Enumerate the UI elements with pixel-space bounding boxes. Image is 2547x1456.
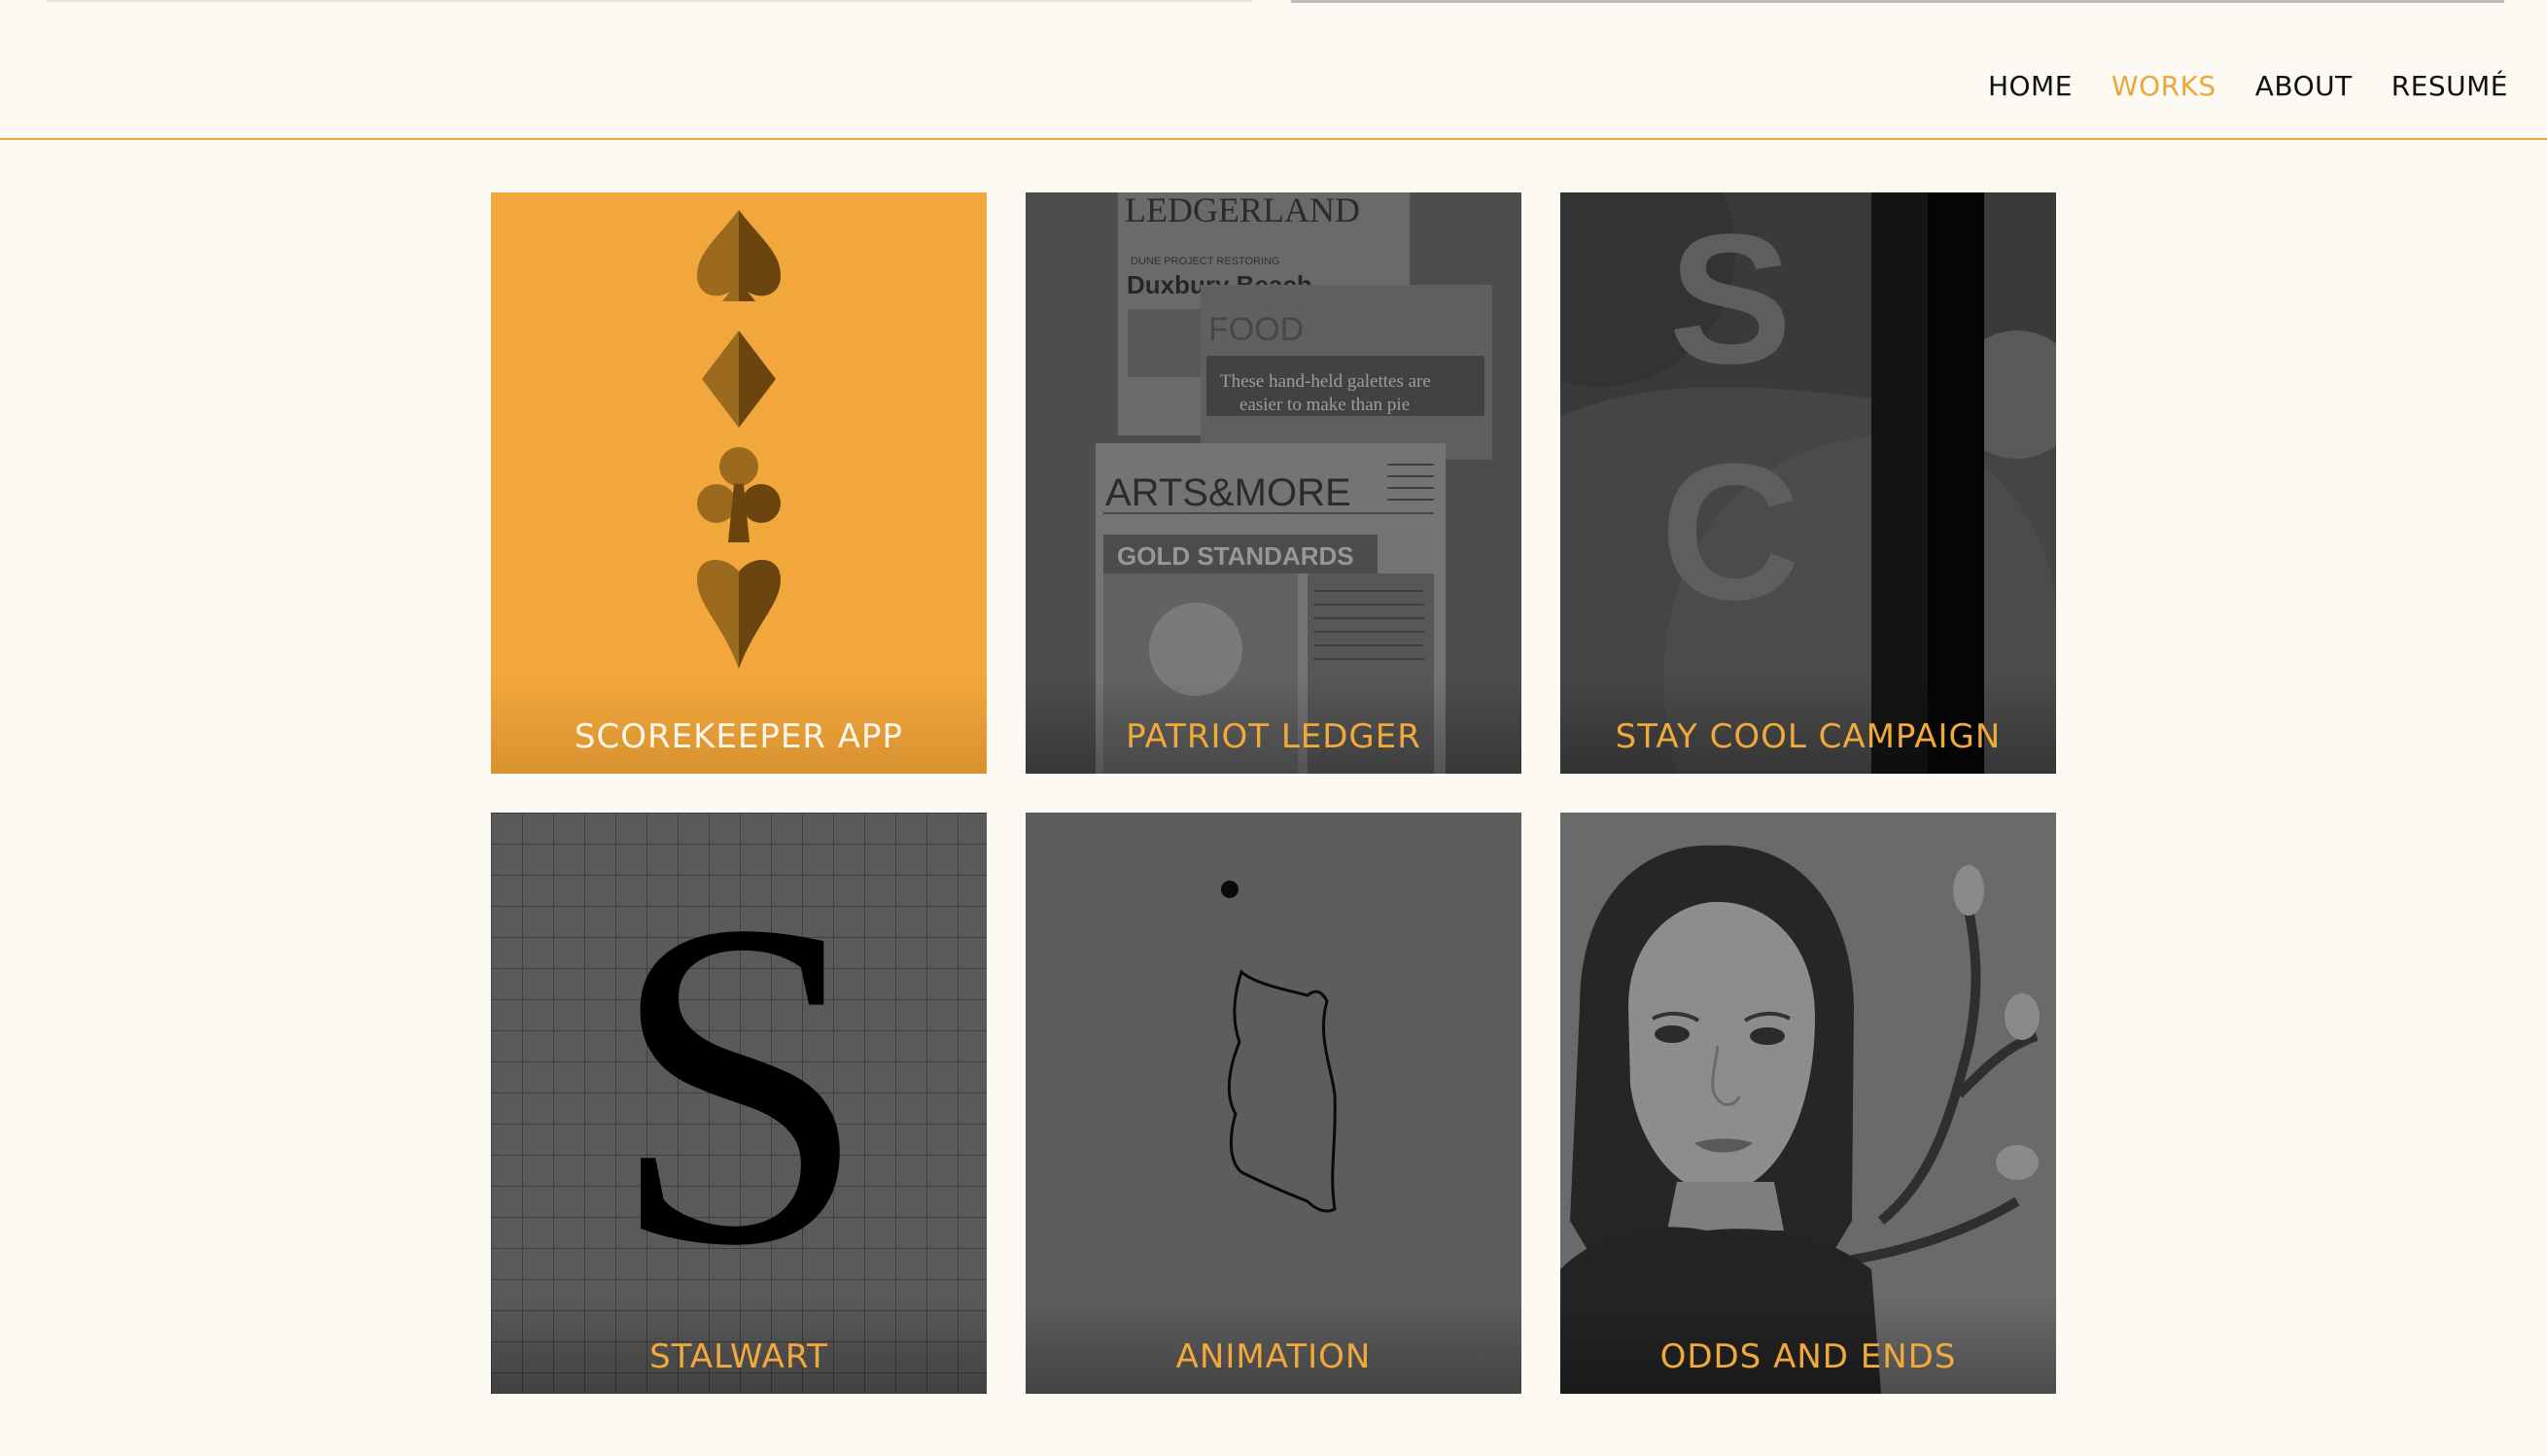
work-card-odds-and-ends[interactable]: ODDS AND ENDS	[1560, 813, 2056, 1394]
work-card-title: STALWART	[649, 1337, 828, 1376]
svg-text:S: S	[610, 824, 869, 1341]
spade-icon	[697, 210, 781, 301]
main-nav: HOME WORKS ABOUT RESUMÉ	[1988, 70, 2508, 102]
work-card-title: ODDS AND ENDS	[1659, 1337, 1957, 1376]
work-card-title: ANIMATION	[1175, 1337, 1372, 1376]
work-card-stay-cool-campaign[interactable]: S C STAY COOL CAMPAIGN	[1560, 192, 2056, 774]
nav-resume-link[interactable]: RESUMÉ	[2391, 70, 2508, 102]
heart-icon	[697, 560, 781, 669]
dot-shape	[1221, 881, 1239, 898]
work-card-scorekeeper-app[interactable]: SCOREKEEPER APP	[491, 192, 987, 774]
work-card-title: STAY COOL CAMPAIGN	[1615, 717, 2002, 756]
works-grid: SCOREKEEPER APP LEDGERLAND DUNE PROJECT …	[491, 192, 2056, 1394]
svg-text:S: S	[1669, 196, 1793, 402]
site-header: HOME WORKS ABOUT RESUMÉ	[0, 0, 2547, 140]
nav-works-link[interactable]: WORKS	[2111, 70, 2216, 102]
svg-text:C: C	[1660, 424, 1800, 641]
diamond-icon	[702, 330, 776, 428]
nav-home-link[interactable]: HOME	[1988, 70, 2073, 102]
club-icon	[697, 447, 781, 542]
nav-about-link[interactable]: ABOUT	[2255, 70, 2353, 102]
work-card-title: SCOREKEEPER APP	[574, 717, 904, 756]
work-card-stalwart[interactable]: S STALWART	[491, 813, 987, 1394]
work-card-title: PATRIOT LEDGER	[1126, 717, 1421, 756]
work-card-patriot-ledger[interactable]: LEDGERLAND DUNE PROJECT RESTORING Duxbur…	[1026, 192, 1521, 774]
work-card-animation[interactable]: ANIMATION	[1026, 813, 1521, 1394]
